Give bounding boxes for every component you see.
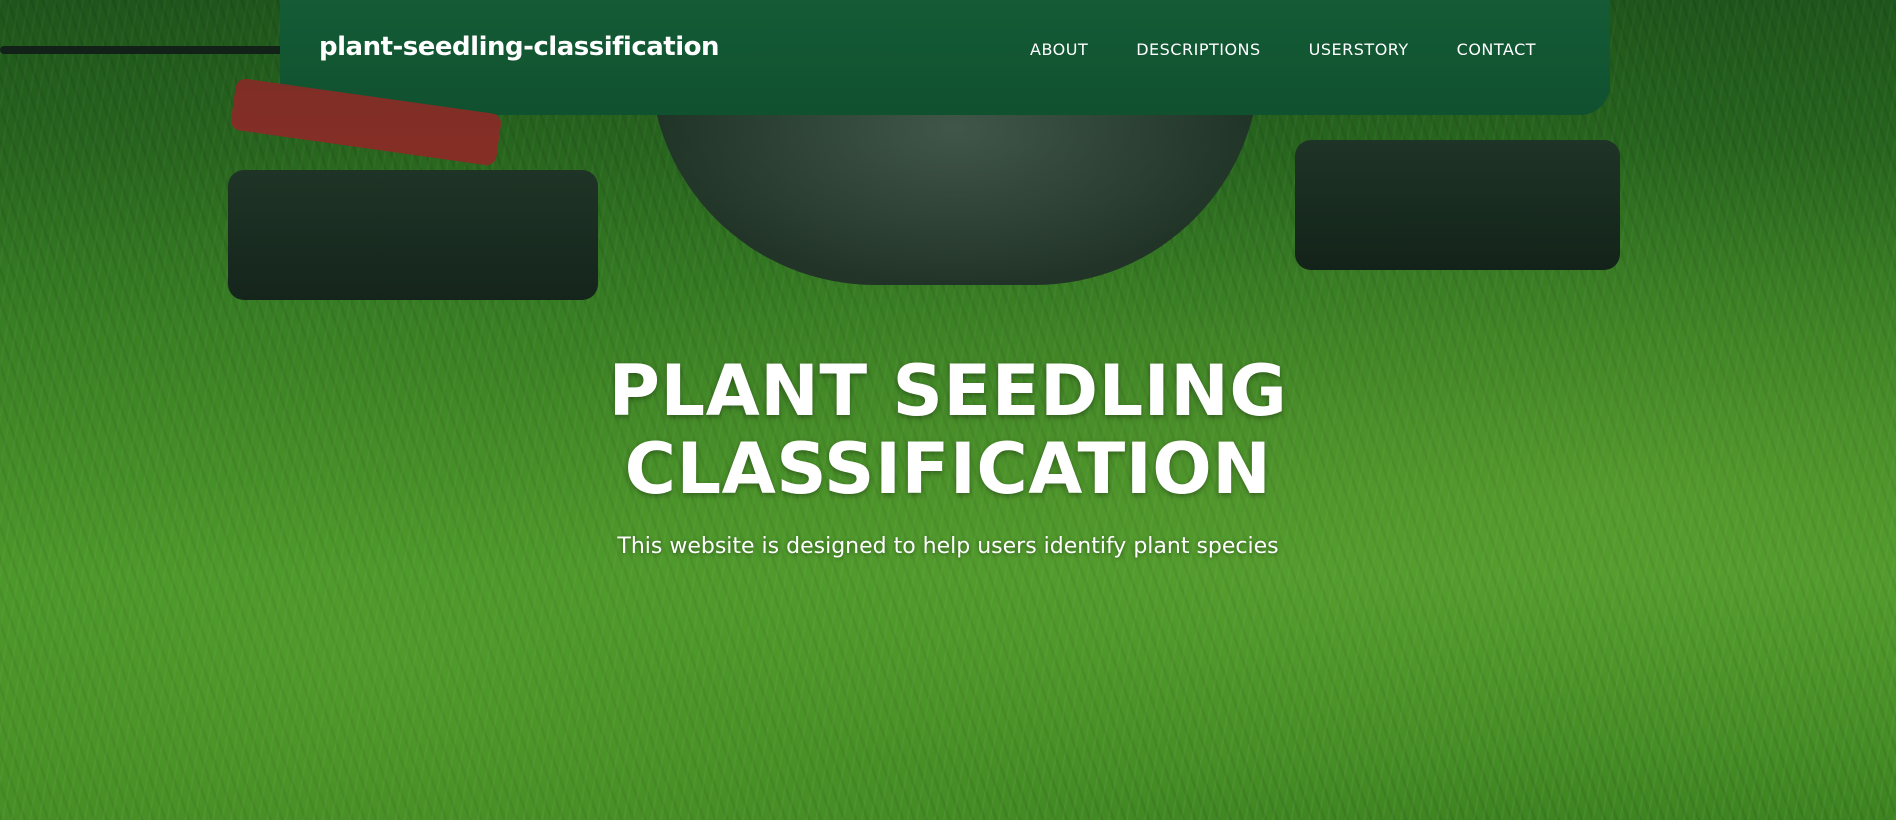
nav-link-descriptions[interactable]: DESCRIPTIONS <box>1136 40 1260 59</box>
nav-item-userstory: USERSTORY <box>1309 40 1409 59</box>
hero-title: PLANT SEEDLING CLASSIFICATION <box>548 352 1348 508</box>
hero-title-line2: CLASSIFICATION <box>624 428 1272 510</box>
hero-content: PLANT SEEDLING CLASSIFICATION This websi… <box>548 352 1348 559</box>
brand-link[interactable]: plant-seedling-classification <box>319 32 720 62</box>
nav-link-contact[interactable]: CONTACT <box>1457 40 1536 59</box>
navbar: plant-seedling-classification ABOUT DESC… <box>0 0 1896 100</box>
hero-title-line1: PLANT SEEDLING <box>608 350 1288 432</box>
nav-link-userstory[interactable]: USERSTORY <box>1309 40 1409 59</box>
nav-menu: ABOUT DESCRIPTIONS USERSTORY CONTACT <box>1030 40 1536 59</box>
hero-subtitle: This website is designed to help users i… <box>617 534 1279 559</box>
nav-link-about[interactable]: ABOUT <box>1030 40 1088 59</box>
hero-section: plant-seedling-classification ABOUT DESC… <box>0 0 1896 820</box>
nav-item-contact: CONTACT <box>1457 40 1536 59</box>
nav-item-about: ABOUT <box>1030 40 1088 59</box>
nav-item-descriptions: DESCRIPTIONS <box>1136 40 1260 59</box>
